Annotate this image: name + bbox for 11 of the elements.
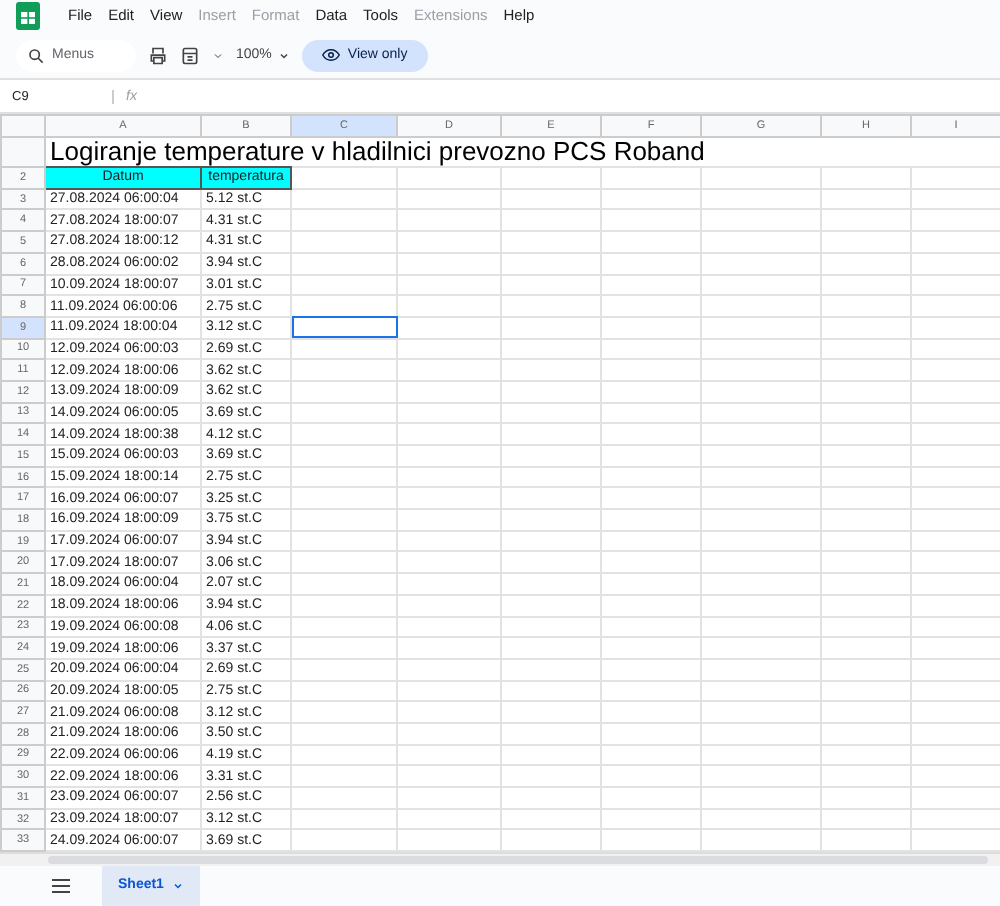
selected-cell[interactable] [291, 316, 397, 339]
sheet-title: Logiranje temperature v hladilnici prevozno PCS Roband [45, 137, 1000, 168]
eye-icon [321, 46, 340, 65]
caret-icon [171, 879, 184, 892]
horizontal-scrollbar[interactable] [48, 856, 988, 865]
menu-icon[interactable] [52, 877, 70, 894]
search-icon [28, 47, 44, 64]
dropdown-caret-icon[interactable] [212, 49, 224, 62]
print-icon[interactable] [148, 45, 168, 66]
caret-icon [277, 49, 290, 62]
sheets-logo-icon[interactable] [16, 1, 40, 30]
